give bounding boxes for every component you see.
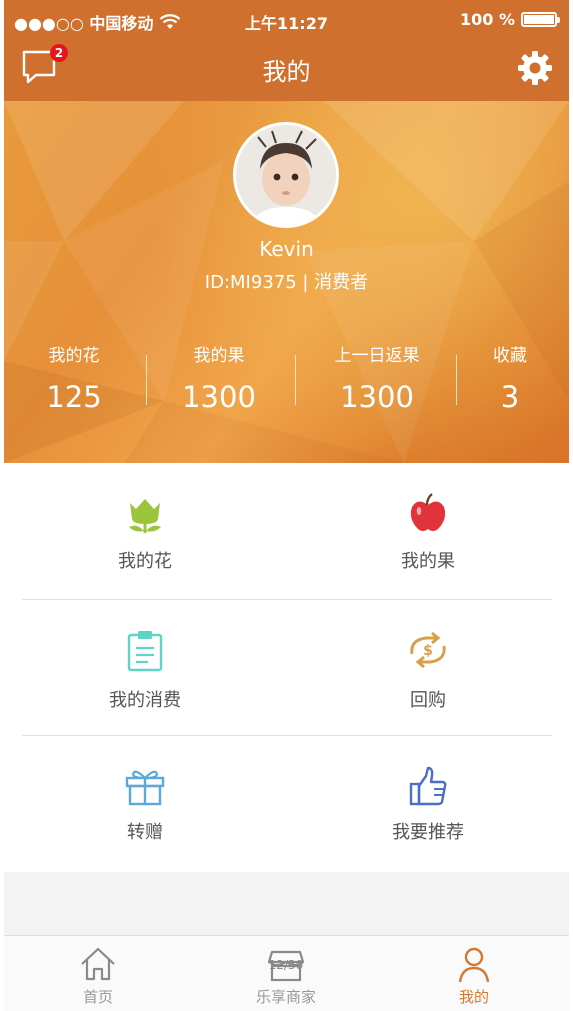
header-bar: ●●●○○ 中国移动 上午11:27 100 % 2 我的 [4,0,569,101]
tab-label: 乐享商家 [255,988,316,1006]
svg-text:$: $ [423,643,433,659]
home-icon [81,947,115,981]
stat-label: 我的花 [48,346,100,366]
stat-divider [456,355,457,405]
menu-grid: 我的花 我的果 我的消费 $ 回购 转赠 我要推荐 [4,463,569,872]
menu-my-fruits[interactable]: 我的果 [287,463,569,599]
status-bar: ●●●○○ 中国移动 上午11:27 100 % [4,0,569,38]
app-screen: ●●●○○ 中国移动 上午11:27 100 % 2 我的 Kevin ID:M… [4,0,569,1011]
menu-my-spending[interactable]: 我的消费 [4,600,286,736]
clipboard-icon [127,631,163,672]
menu-label: 我要推荐 [392,822,464,843]
stat-flowers[interactable]: 我的花 125 [30,341,118,414]
tab-label: 首页 [82,988,113,1006]
person-icon [458,947,490,983]
menu-recommend[interactable]: 我要推荐 [287,736,569,872]
avatar[interactable] [233,122,339,228]
thumbs-up-icon [409,766,447,806]
profile-header: Kevin ID:MI9375 | 消费者 我的花 125 我的果 1300 上… [4,101,569,463]
baby-photo-icon [236,125,336,225]
menu-label: 回购 [410,690,446,711]
page-title: 我的 [262,58,311,86]
stat-value: 1300 [182,380,256,414]
stat-label: 收藏 [493,346,527,366]
stat-label: 上一日返果 [334,346,420,366]
stat-value: 3 [500,380,520,414]
battery-icon [521,12,560,27]
menu-gift[interactable]: 转赠 [4,736,286,872]
menu-my-flowers[interactable]: 我的花 [4,463,286,599]
battery-percent: 100 % [460,10,515,29]
stat-value: 1300 [340,380,414,414]
stat-divider [146,355,147,405]
apple-icon [410,493,446,531]
menu-label: 我的花 [118,551,172,572]
user-name: Kevin [259,237,314,261]
stat-divider [295,355,296,405]
tab-bar: 首页 12/30 乐享商家 我的 [4,935,569,1011]
stats-row: 我的花 125 我的果 1300 上一日返果 1300 收藏 3 [4,341,569,421]
stat-yesterday-return[interactable]: 上一日返果 1300 [314,341,440,414]
stat-favorites[interactable]: 收藏 3 [474,341,546,414]
gift-icon [125,770,165,806]
tab-home[interactable]: 首页 [4,936,192,1011]
tab-label: 我的 [458,988,489,1006]
stat-label: 我的果 [193,346,245,366]
menu-label: 我的消费 [109,690,181,711]
menu-label: 我的果 [401,551,455,572]
dollar-exchange-icon: $ [410,631,446,669]
menu-buyback[interactable]: $ 回购 [287,600,569,736]
page-indicator: 12/30 [268,958,304,972]
menu-label: 转赠 [127,822,163,843]
stat-value: 125 [46,380,102,414]
tulip-icon [129,499,161,533]
settings-button[interactable] [517,50,553,86]
stat-fruits[interactable]: 我的果 1300 [164,341,274,414]
user-id-role: ID:MI9375 | 消费者 [204,272,369,293]
tab-merchants[interactable]: 12/30 乐享商家 [192,936,380,1011]
gear-icon [518,51,552,85]
tab-mine[interactable]: 我的 [380,936,568,1011]
